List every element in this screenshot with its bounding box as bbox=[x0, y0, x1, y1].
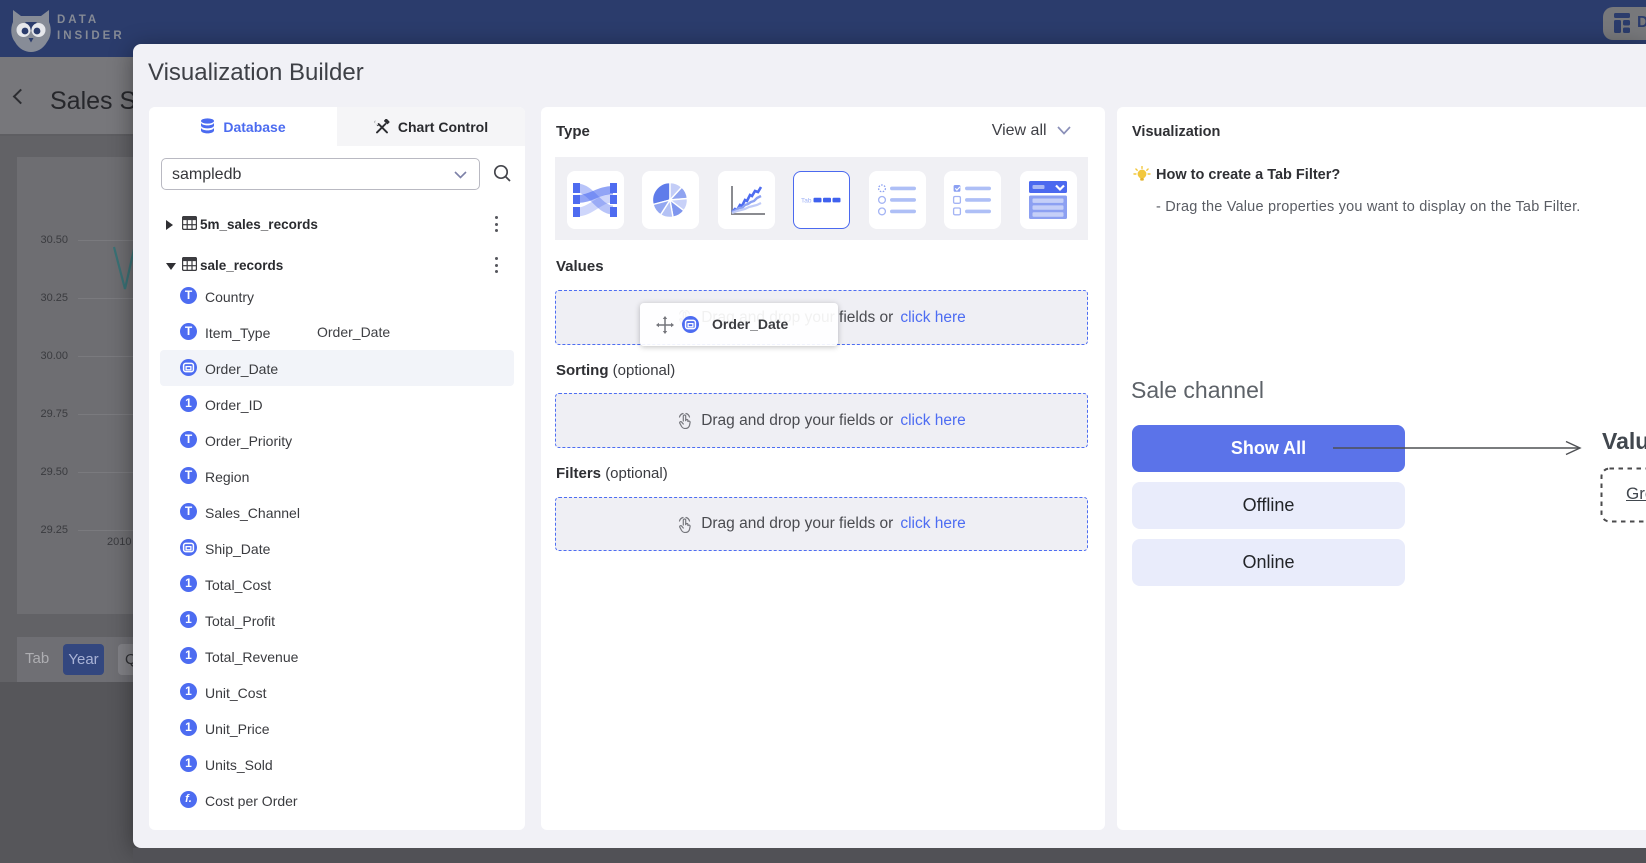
svg-text:Tab: Tab bbox=[801, 198, 812, 205]
